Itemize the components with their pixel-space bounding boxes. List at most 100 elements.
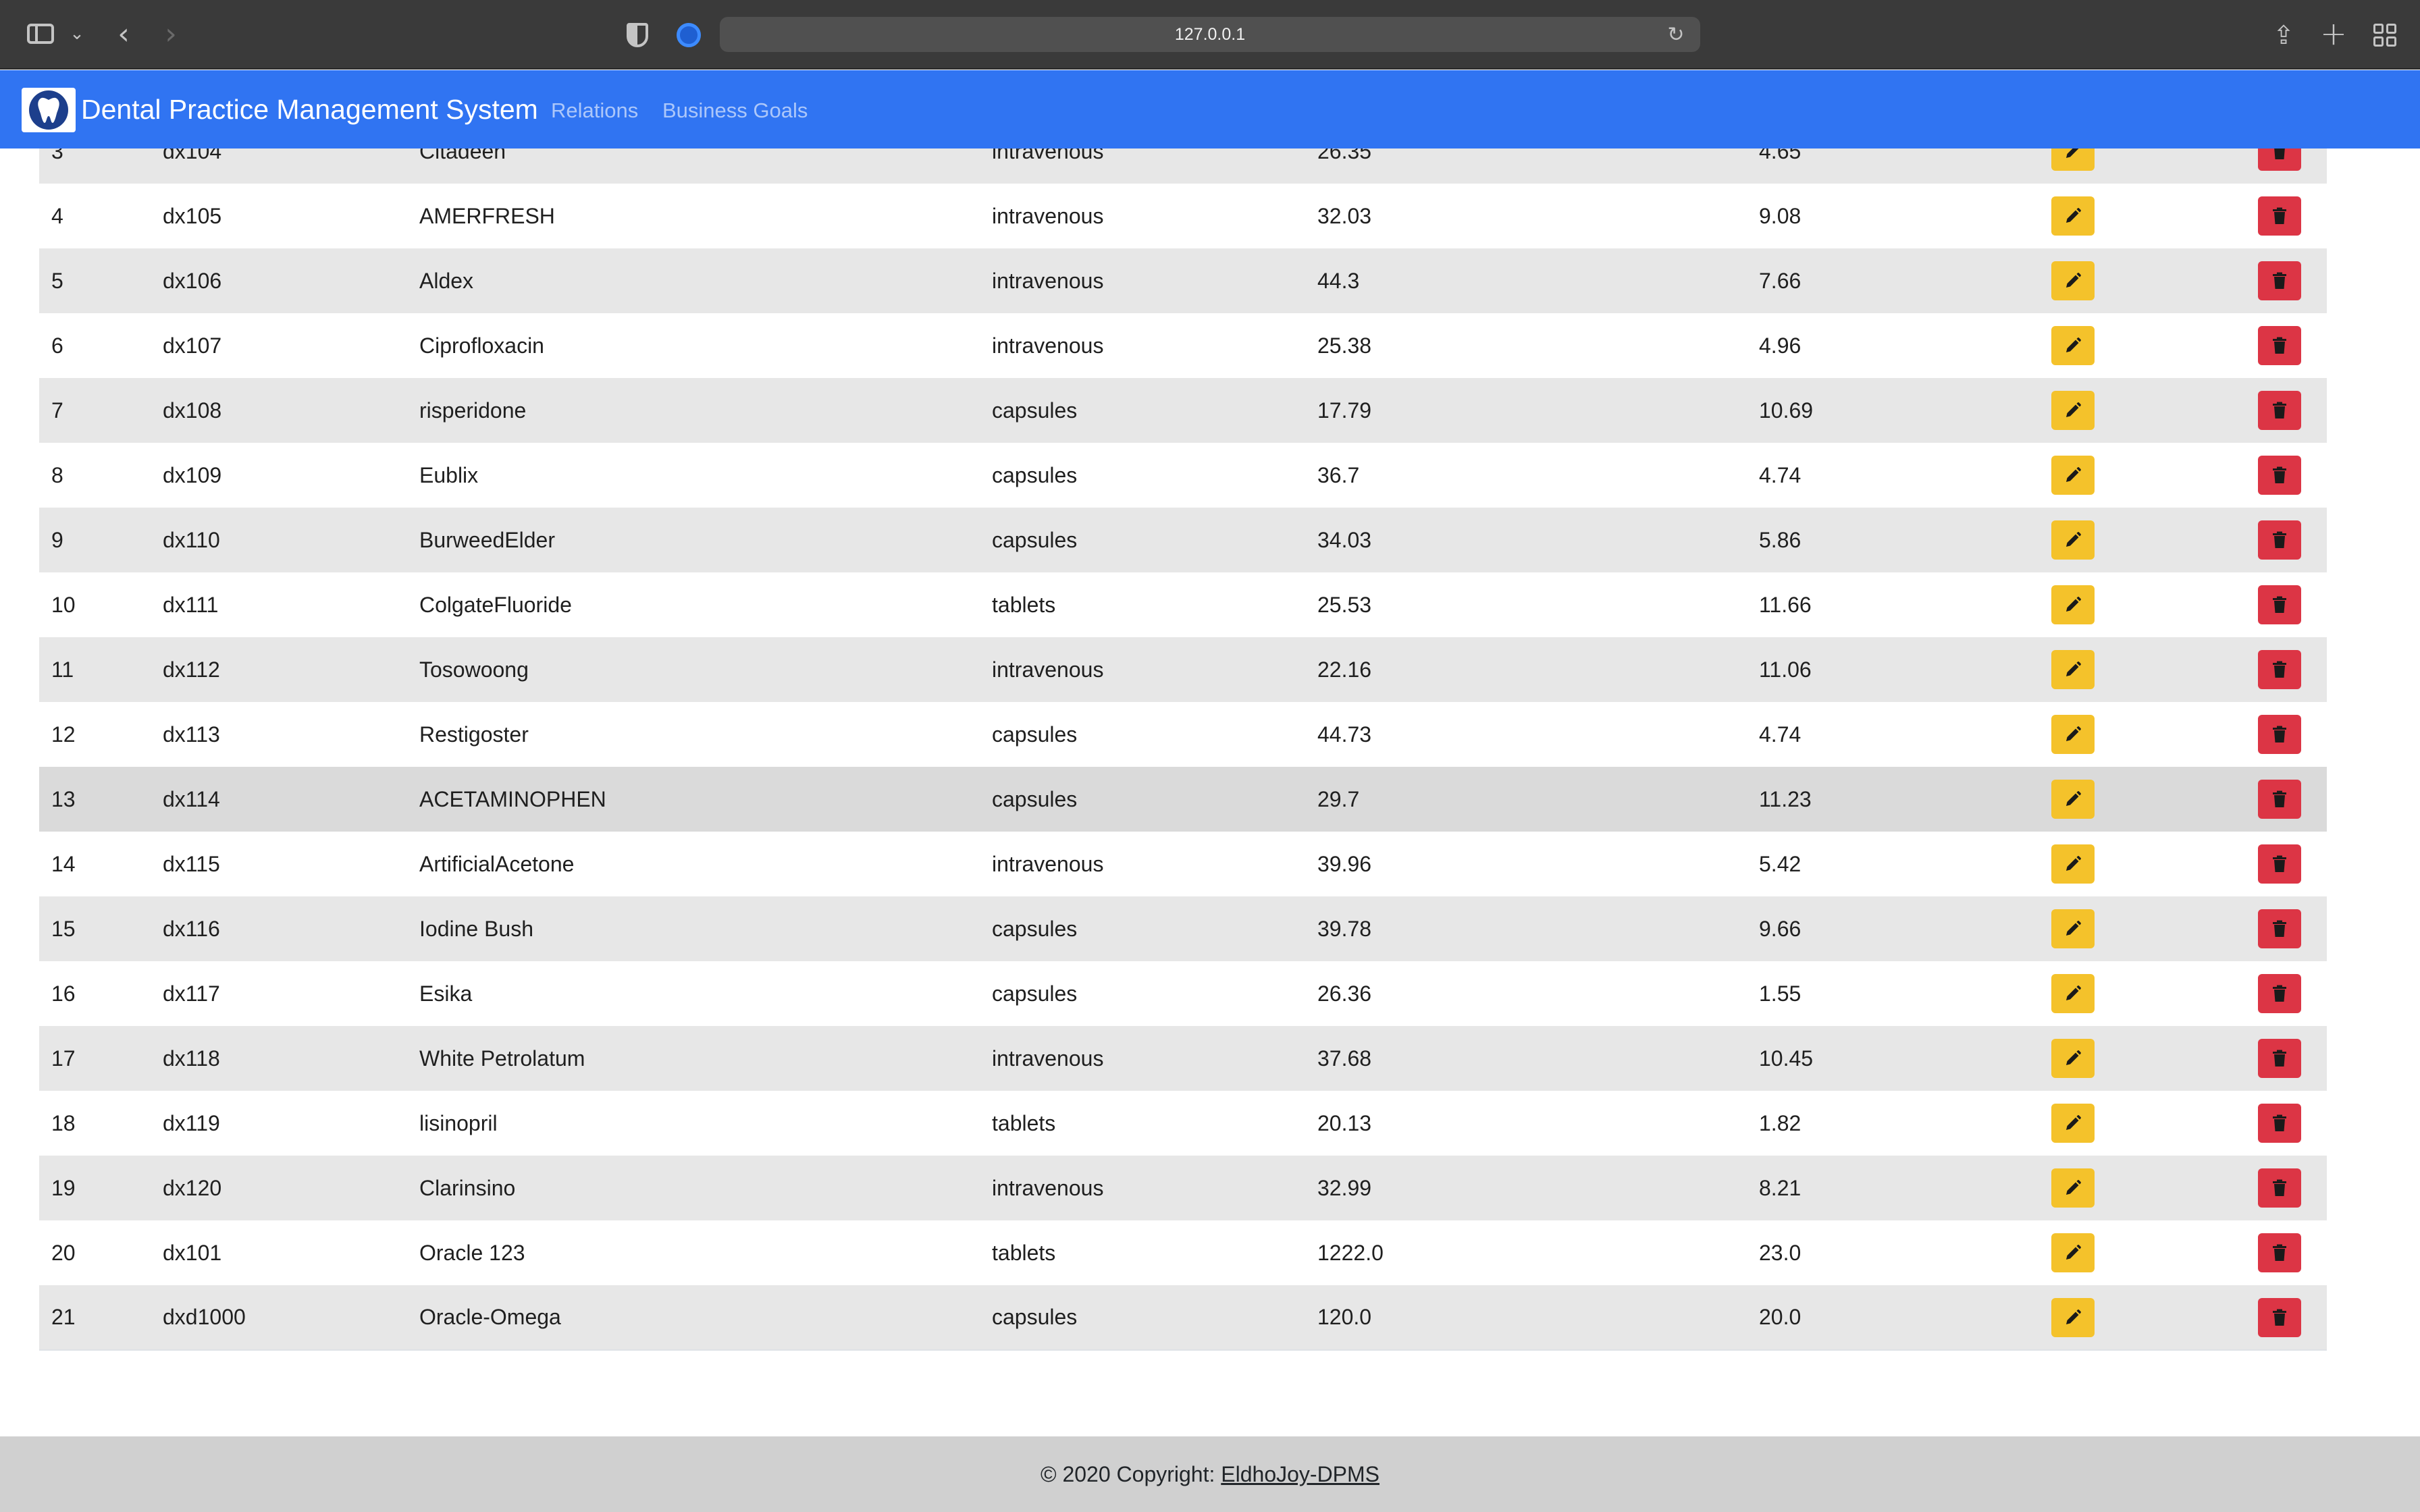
table-row: 17 dx118 White Petrolatum intravenous 37.68 1…: [39, 1026, 2327, 1091]
drug-price-cell: 20.13: [1317, 1110, 1372, 1135]
address-bar[interactable]: 127.0.0.1 ↻: [720, 17, 1700, 52]
edit-button[interactable]: [2051, 196, 2095, 236]
edit-button[interactable]: [2051, 780, 2095, 819]
edit-button[interactable]: [2051, 1039, 2095, 1078]
drug-quantity-cell: 1.55: [1759, 981, 1801, 1006]
drug-type-cell: intravenous: [992, 333, 1104, 358]
delete-button[interactable]: [2258, 974, 2301, 1013]
pencil-icon: [2066, 856, 2081, 871]
table-row: 16 dx117 Esika capsules 26.36 1.55: [39, 961, 2327, 1026]
row-number-cell: 4: [51, 203, 63, 228]
delete-button[interactable]: [2258, 715, 2301, 754]
edit-button[interactable]: [2051, 1233, 2095, 1272]
edit-button[interactable]: [2051, 261, 2095, 300]
drug-code-cell: dx108: [163, 398, 222, 423]
edit-button[interactable]: [2051, 909, 2095, 948]
drug-name-cell: Oracle 123: [419, 1240, 525, 1265]
nav-link-business-goals[interactable]: Business Goals: [662, 90, 808, 131]
table-row: 7 dx108 risperidone capsules 17.79 10.69: [39, 378, 2327, 443]
delete-cell: [2258, 702, 2327, 767]
drug-name-cell: BurweedElder: [419, 527, 555, 552]
reload-icon[interactable]: ↻: [1661, 20, 1691, 49]
edit-button[interactable]: [2051, 520, 2095, 560]
delete-cell: [2258, 1156, 2327, 1220]
edit-cell: [2051, 896, 2258, 961]
privacy-shield-icon[interactable]: [621, 20, 654, 50]
edit-button[interactable]: [2051, 1104, 2095, 1143]
delete-button[interactable]: [2258, 520, 2301, 560]
edit-button[interactable]: [2051, 456, 2095, 495]
pencil-icon: [2066, 1309, 2081, 1324]
edit-button[interactable]: [2051, 326, 2095, 365]
pencil-icon: [2066, 1245, 2081, 1260]
edit-button[interactable]: [2051, 650, 2095, 689]
forward-arrow-icon[interactable]: ›: [154, 15, 188, 53]
edit-cell: [2051, 1026, 2258, 1091]
pencil-icon: [2066, 662, 2081, 676]
edit-button[interactable]: [2051, 1297, 2095, 1337]
sidebar-toggle-icon[interactable]: [26, 22, 55, 46]
trash-icon: [2273, 402, 2286, 418]
drug-code-cell: dx112: [163, 657, 220, 682]
edit-button[interactable]: [2051, 844, 2095, 884]
delete-button[interactable]: [2258, 650, 2301, 689]
delete-button[interactable]: [2258, 909, 2301, 948]
footer-link[interactable]: EldhoJoy-DPMS: [1221, 1462, 1379, 1486]
delete-button[interactable]: [2258, 1168, 2301, 1208]
delete-cell: [2258, 1026, 2327, 1091]
brand-title[interactable]: Dental Practice Management System: [81, 89, 538, 130]
delete-button[interactable]: [2258, 1233, 2301, 1272]
chevron-down-icon[interactable]: ⌄: [66, 20, 88, 47]
row-number-cell: 17: [51, 1046, 76, 1071]
row-number-cell: 13: [51, 786, 76, 811]
drug-name-cell: ColgateFluoride: [419, 592, 572, 617]
share-icon[interactable]: ⇪: [2266, 16, 2301, 54]
pencil-icon: [2066, 726, 2081, 741]
delete-button[interactable]: [2258, 196, 2301, 236]
row-number-cell: 5: [51, 268, 63, 293]
drug-quantity-cell: 11.06: [1759, 657, 1812, 682]
tab-overview-icon[interactable]: [2369, 19, 2401, 51]
delete-button[interactable]: [2258, 391, 2301, 430]
back-arrow-icon[interactable]: ‹: [107, 15, 140, 53]
row-number-cell: 7: [51, 398, 63, 423]
drug-name-cell: Iodine Bush: [419, 916, 534, 941]
delete-button[interactable]: [2258, 326, 2301, 365]
url-text[interactable]: 127.0.0.1: [720, 17, 1700, 52]
trash-icon: [2273, 855, 2286, 872]
delete-button[interactable]: [2258, 585, 2301, 624]
extension-icon[interactable]: [674, 20, 704, 50]
drug-price-cell: 26.36: [1317, 981, 1372, 1006]
edit-button[interactable]: [2051, 148, 2095, 171]
drug-price-cell: 26.35: [1317, 148, 1372, 163]
delete-button[interactable]: [2258, 148, 2301, 171]
edit-cell: [2051, 1156, 2258, 1220]
drug-type-cell: capsules: [992, 916, 1078, 941]
drug-quantity-cell: 5.42: [1759, 851, 1801, 876]
drug-quantity-cell: 23.0: [1759, 1240, 1801, 1265]
edit-button[interactable]: [2051, 585, 2095, 624]
delete-button[interactable]: [2258, 780, 2301, 819]
delete-button[interactable]: [2258, 456, 2301, 495]
delete-button[interactable]: [2258, 261, 2301, 300]
delete-button[interactable]: [2258, 1039, 2301, 1078]
new-tab-icon[interactable]: +: [2316, 14, 2351, 54]
delete-cell: [2258, 378, 2327, 443]
tooth-logo-icon[interactable]: [22, 88, 76, 132]
edit-button[interactable]: [2051, 1168, 2095, 1208]
edit-button[interactable]: [2051, 391, 2095, 430]
delete-button[interactable]: [2258, 844, 2301, 884]
delete-cell: [2258, 508, 2327, 572]
drug-price-cell: 120.0: [1317, 1305, 1372, 1329]
delete-cell: [2258, 896, 2327, 961]
drug-code-cell: dx105: [163, 203, 222, 228]
nav-link-relations[interactable]: Relations: [551, 90, 638, 131]
edit-button[interactable]: [2051, 974, 2095, 1013]
delete-cell: [2258, 1220, 2327, 1285]
delete-button[interactable]: [2258, 1297, 2301, 1337]
edit-cell: [2051, 1220, 2258, 1285]
delete-button[interactable]: [2258, 1104, 2301, 1143]
delete-cell: [2258, 148, 2327, 184]
drug-price-cell: 39.78: [1317, 916, 1372, 941]
edit-button[interactable]: [2051, 715, 2095, 754]
